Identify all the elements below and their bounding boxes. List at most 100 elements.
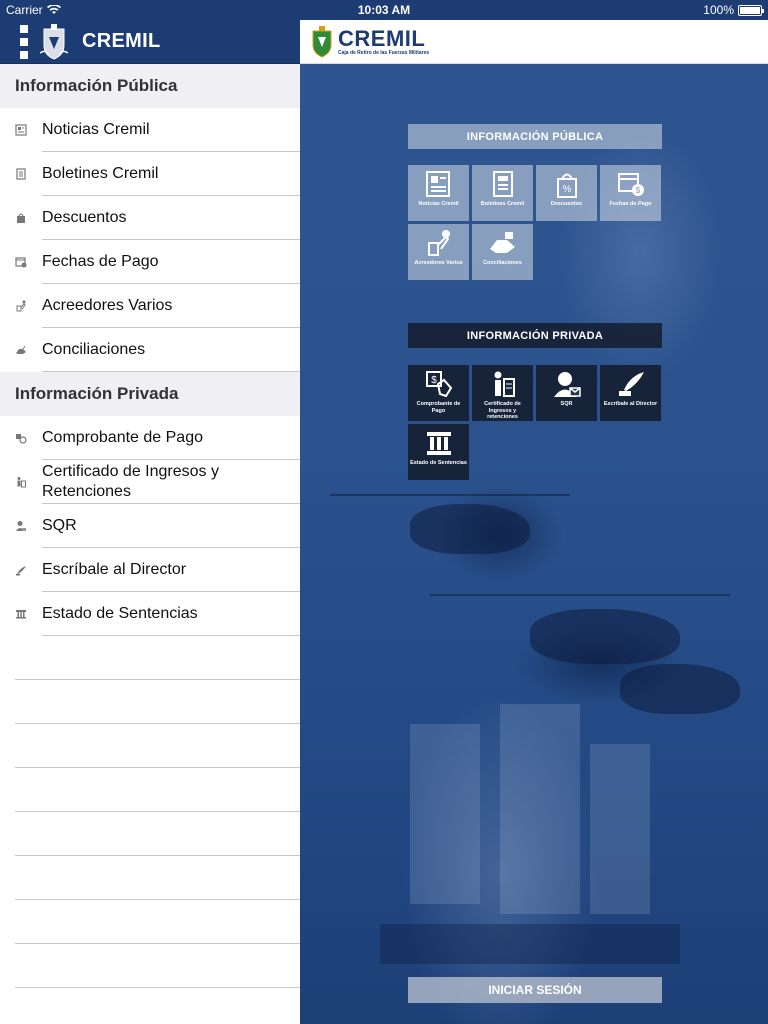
newspaper-icon <box>423 169 455 199</box>
main-content: CREMIL Caja de Retiro de las Fuerzas Mil… <box>300 20 768 1024</box>
receipt-icon <box>15 432 27 444</box>
sidebar-item-boletines[interactable]: Boletines Cremil <box>0 152 300 196</box>
battery-indicator: 100% <box>703 3 764 17</box>
tile-label: SQR <box>560 401 573 407</box>
tile-comprobante[interactable]: $ Comprobante de Pago <box>408 365 469 421</box>
logo-text: CREMIL <box>338 25 426 51</box>
tile-label: Comprobante de Pago <box>416 401 461 414</box>
sidebar-item-certificado[interactable]: Certificado de Ingresos y Retenciones <box>0 460 300 504</box>
privada-title: INFORMACIÓN PRIVADA <box>408 323 662 348</box>
empty-row <box>0 900 300 944</box>
brand-logo: CREMIL Caja de Retiro de las Fuerzas Mil… <box>338 25 430 56</box>
sidebar-item-label: Escríbale al Director <box>42 561 187 578</box>
receipt-icon: $ <box>423 369 455 399</box>
hand-money-icon <box>15 300 27 312</box>
sidebar-item-fechas[interactable]: Fechas de Pago <box>0 240 300 284</box>
quill-icon <box>615 369 647 399</box>
sidebar-item-sentencias[interactable]: Estado de Sentencias <box>0 592 300 636</box>
publica-menu: Noticias Cremil Boletines Cremil Descuen… <box>0 108 300 372</box>
sidebar-item-noticias[interactable]: Noticias Cremil <box>0 108 300 152</box>
sidebar-item-label: Fechas de Pago <box>42 253 159 270</box>
tile-certificado[interactable]: Certificado de Ingresos y retenciones <box>472 365 533 421</box>
empty-row <box>0 944 300 988</box>
tile-label: Descuentos <box>550 201 583 207</box>
sidebar-item-sqr[interactable]: SQR <box>0 504 300 548</box>
certificate-icon <box>15 476 27 488</box>
top-bar: CREMIL Caja de Retiro de las Fuerzas Mil… <box>300 20 768 64</box>
sidebar-item-label: Descuentos <box>42 209 127 226</box>
tile-label: Certificado de Ingresos y retenciones <box>484 401 521 420</box>
sidebar-item-label: Conciliaciones <box>42 341 146 358</box>
login-button[interactable]: INICIAR SESIÓN <box>408 977 662 1003</box>
newspaper-icon <box>15 124 27 136</box>
sidebar-item-label: SQR <box>42 517 77 534</box>
tile-acreedores[interactable]: Acreedores Varios <box>408 224 469 280</box>
sidebar-item-label: Estado de Sentencias <box>42 605 198 622</box>
empty-row <box>0 680 300 724</box>
bulletin-icon <box>15 168 27 180</box>
empty-row <box>0 812 300 856</box>
sidebar-title: CREMIL <box>82 30 161 52</box>
sidebar-item-label: Boletines Cremil <box>42 165 159 182</box>
person-mail-icon <box>15 520 27 532</box>
sidebar-item-descuentos[interactable]: Descuentos <box>0 196 300 240</box>
sidebar-item-label: Noticias Cremil <box>42 121 150 138</box>
courthouse-icon <box>15 608 27 620</box>
calendar-icon <box>15 256 27 268</box>
tile-sentencias[interactable]: Estado de Sentencias <box>408 424 469 480</box>
sidebar-item-acreedores[interactable]: Acreedores Varios <box>0 284 300 328</box>
empty-row <box>0 636 300 680</box>
tile-conciliaciones[interactable]: Conciliaciones <box>472 224 533 280</box>
sidebar-item-label: Certificado de Ingresos y Retenciones <box>42 463 219 500</box>
courthouse-icon <box>423 428 455 458</box>
tile-descuentos[interactable]: % Descuentos <box>536 165 597 221</box>
tile-label: Acreedores Varios <box>414 260 463 266</box>
publica-title: INFORMACIÓN PÚBLICA <box>408 124 662 149</box>
clock: 10:03 AM <box>357 3 411 17</box>
empty-row <box>0 724 300 768</box>
person-mail-icon <box>551 369 583 399</box>
empty-row <box>0 768 300 812</box>
section-heading-publica: Información Pública <box>0 64 300 108</box>
status-bar: Carrier 10:03 AM 100% <box>0 0 768 20</box>
crest-logo-icon <box>39 23 69 61</box>
tile-label: Conciliaciones <box>483 260 522 266</box>
discount-bag-icon: % <box>551 169 583 199</box>
tile-escribale[interactable]: Escríbale al Director <box>600 365 661 421</box>
tile-label: Escríbale al Director <box>603 401 658 407</box>
bulletin-icon <box>487 169 519 199</box>
tile-label: Noticias Cremil <box>418 201 459 207</box>
tile-fechas[interactable]: $ Fechas de Pago <box>600 165 661 221</box>
empty-row <box>0 856 300 900</box>
discount-bag-icon <box>15 212 27 224</box>
sidebar-item-comprobante[interactable]: Comprobante de Pago <box>0 416 300 460</box>
sidebar-header: CREMIL <box>0 20 300 64</box>
calendar-icon: $ <box>615 169 647 199</box>
tile-label: Boletines Cremil <box>480 201 525 207</box>
tile-sqr[interactable]: SQR <box>536 365 597 421</box>
handshake-icon <box>487 228 519 258</box>
sidebar: CREMIL Información Pública Noticias Crem… <box>0 20 300 1024</box>
handshake-icon <box>15 344 27 356</box>
menu-icon[interactable] <box>20 23 34 61</box>
certificate-icon <box>487 369 519 399</box>
background-image <box>300 64 768 1024</box>
tile-noticias[interactable]: Noticias Cremil <box>408 165 469 221</box>
section-heading-privada: Información Privada <box>0 372 300 416</box>
logo-subtitle: Caja de Retiro de las Fuerzas Militares <box>338 49 430 56</box>
svg-text:%: % <box>562 184 571 195</box>
sidebar-item-escribale[interactable]: Escríbale al Director <box>0 548 300 592</box>
battery-icon <box>738 4 764 16</box>
battery-percent: 100% <box>703 3 734 17</box>
sidebar-item-conciliaciones[interactable]: Conciliaciones <box>0 328 300 372</box>
empty-rows <box>0 636 300 988</box>
hand-money-icon <box>423 228 455 258</box>
tile-boletines[interactable]: Boletines Cremil <box>472 165 533 221</box>
sidebar-item-label: Comprobante de Pago <box>42 429 203 446</box>
svg-text:$: $ <box>635 186 640 195</box>
tile-label: Fechas de Pago <box>609 201 652 207</box>
privada-menu: Comprobante de Pago Certificado de Ingre… <box>0 416 300 636</box>
crest-logo-icon <box>312 25 332 58</box>
sidebar-item-label: Acreedores Varios <box>42 297 173 314</box>
quill-icon <box>15 564 27 576</box>
